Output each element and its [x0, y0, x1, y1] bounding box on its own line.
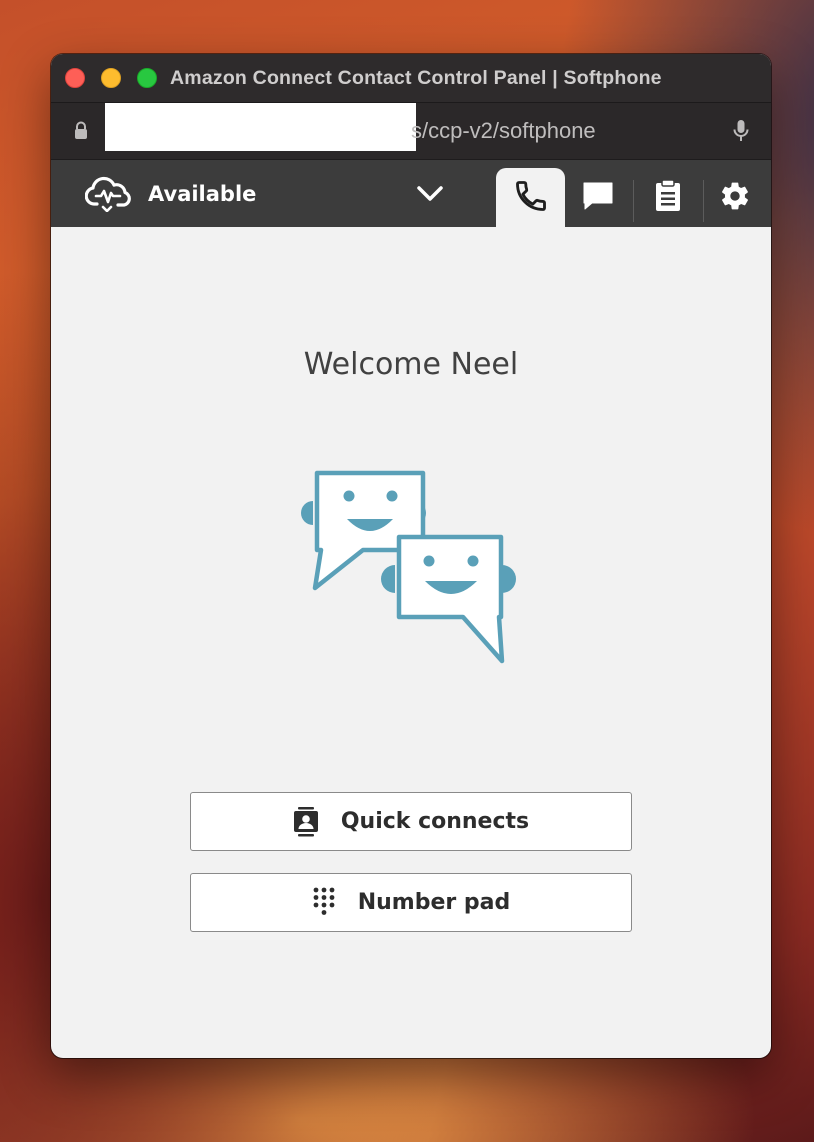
- task-icon: [654, 178, 682, 217]
- window-title: Amazon Connect Contact Control Panel | S…: [170, 67, 662, 89]
- welcome-message: Welcome Neel: [303, 347, 519, 382]
- number-pad-label: Number pad: [357, 890, 511, 915]
- window-controls: [65, 68, 157, 88]
- minimize-window-button[interactable]: [101, 68, 121, 88]
- dialpad-icon: [312, 887, 336, 919]
- settings-icon: [719, 180, 751, 216]
- agent-status-cloud-icon: [84, 174, 131, 216]
- close-window-button[interactable]: [65, 68, 85, 88]
- ccp-main-panel: Welcome Neel Quick connects Number pad: [51, 227, 771, 1058]
- microphone-icon[interactable]: [733, 119, 749, 147]
- address-bar[interactable]: s/ccp-v2/softphone: [51, 103, 771, 160]
- title-bar: Amazon Connect Contact Control Panel | S…: [51, 54, 771, 103]
- phone-icon: [513, 178, 549, 218]
- quick-connects-button[interactable]: Quick connects: [190, 792, 632, 851]
- contact-book-icon: [293, 806, 319, 838]
- chatbot-illustration-icon: [301, 467, 521, 671]
- tab-divider: [633, 180, 634, 222]
- chevron-down-icon[interactable]: [415, 184, 445, 208]
- redacted-url-segment: [105, 103, 416, 151]
- tab-chat[interactable]: [565, 168, 631, 227]
- agent-status-label[interactable]: Available: [148, 160, 256, 227]
- url-text: s/ccp-v2/softphone: [411, 118, 596, 143]
- quick-connects-label: Quick connects: [340, 809, 530, 834]
- lock-icon: [73, 121, 89, 145]
- tab-tasks[interactable]: [635, 168, 701, 227]
- ccp-window: Amazon Connect Contact Control Panel | S…: [51, 54, 771, 1058]
- tab-phone[interactable]: [496, 168, 565, 227]
- chat-icon: [581, 180, 615, 216]
- zoom-window-button[interactable]: [137, 68, 157, 88]
- tab-settings[interactable]: [704, 168, 766, 227]
- number-pad-button[interactable]: Number pad: [190, 873, 632, 932]
- ccp-top-navigation: Available: [51, 160, 771, 227]
